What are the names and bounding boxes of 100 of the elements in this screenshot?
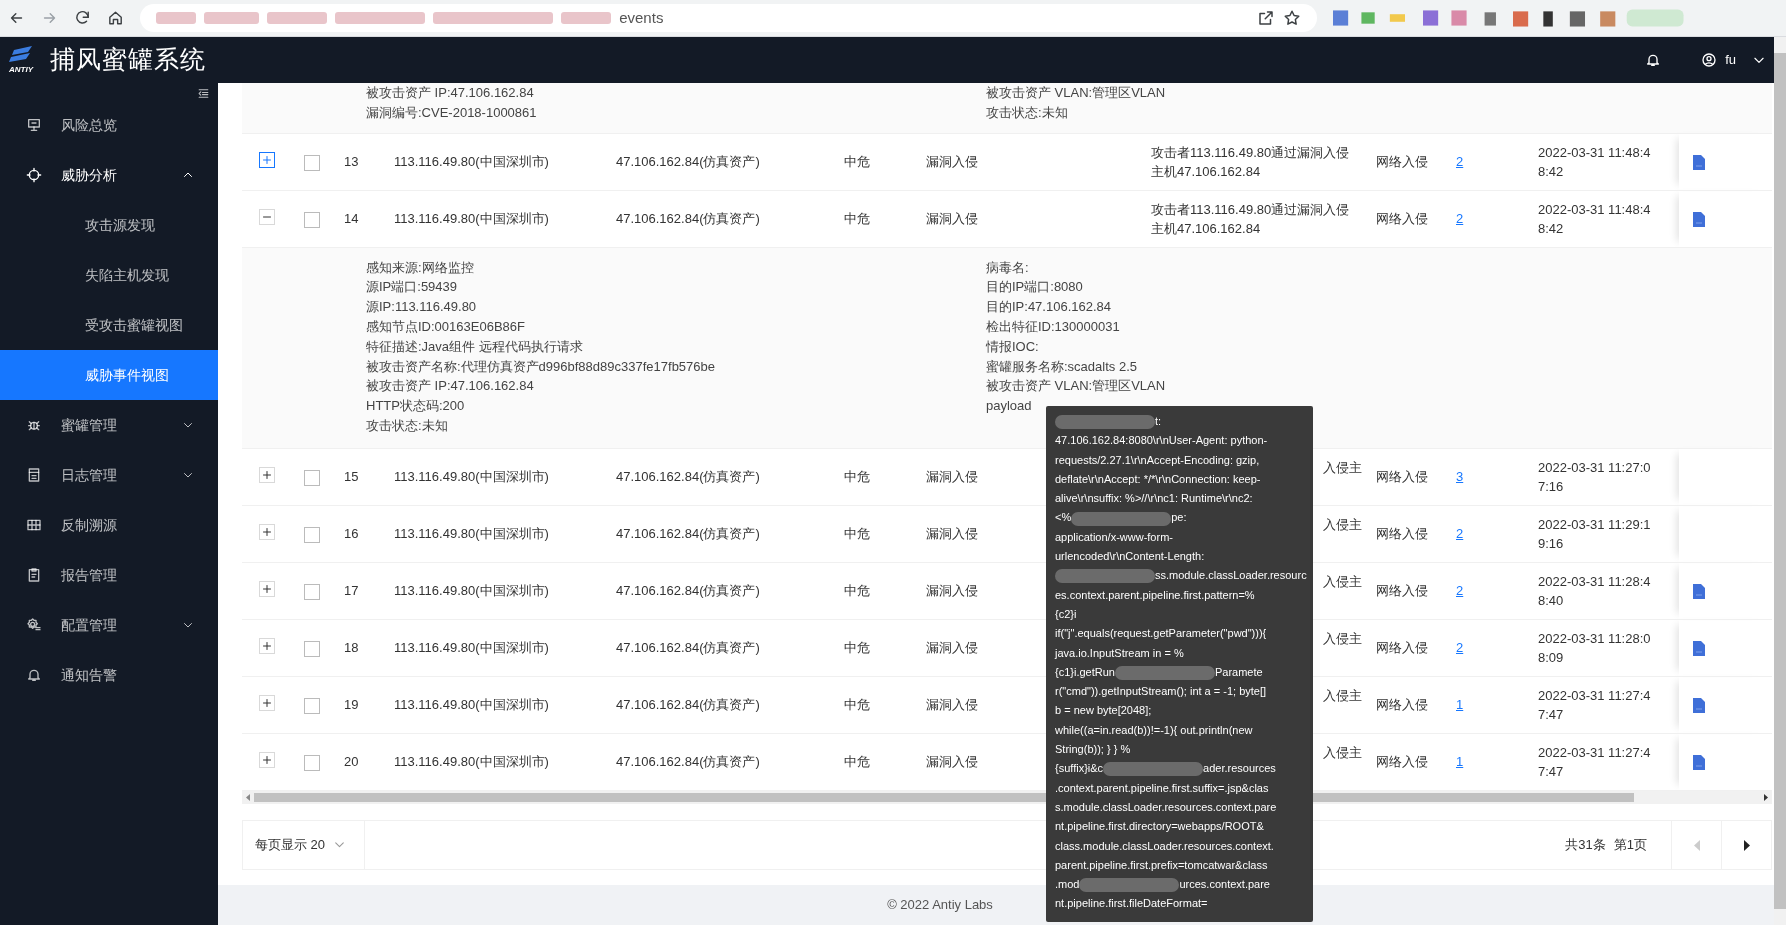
checkbox[interactable] bbox=[304, 469, 320, 486]
triangle-right-icon bbox=[1742, 840, 1751, 852]
checkbox[interactable] bbox=[304, 211, 320, 228]
table-cell: 47.106.162.84(仿真资产) bbox=[616, 640, 760, 656]
detail-text: 被攻击资产 VLAN:管理区VLAN bbox=[986, 84, 1166, 102]
document-icon[interactable] bbox=[1693, 755, 1705, 771]
tooltip-text: deflate\r\nAccept: */*\r\nConnection: keep- bbox=[1055, 472, 1261, 485]
time-text: 2022-03-31 11:28:0 bbox=[1538, 629, 1652, 648]
triangle-left-icon bbox=[1692, 840, 1701, 852]
count-link[interactable]: 2 bbox=[1456, 526, 1464, 542]
sidebar-item[interactable]: 风险总览 bbox=[0, 100, 218, 150]
plus-icon bbox=[261, 583, 273, 596]
bell-icon[interactable] bbox=[1645, 52, 1662, 68]
table-cell: 113.116.49.80(中国深圳市) bbox=[394, 526, 549, 542]
table-cell: 中危 bbox=[844, 154, 870, 170]
sidebar-item[interactable]: 反制溯源 bbox=[0, 500, 218, 550]
time-text: 8:09 bbox=[1538, 648, 1565, 667]
tooltip-text: alive\r\nsuffix: %>//\r\nc1: Runtime\r\nc2: bbox=[1055, 492, 1253, 505]
checkbox[interactable] bbox=[304, 640, 320, 657]
tooltip-text: nt.pipeline.first.fileDateFormat= bbox=[1055, 897, 1208, 910]
table-cell: 47.106.162.84(仿真资产) bbox=[616, 697, 760, 713]
table-cell: 网络入侵 bbox=[1376, 211, 1428, 227]
sidebar-item[interactable]: 报告管理 bbox=[0, 550, 218, 600]
document-icon[interactable] bbox=[1693, 584, 1705, 600]
address-text: events bbox=[619, 7, 664, 28]
sidebar-item[interactable]: 日志管理 bbox=[0, 450, 218, 500]
table-cell: 攻击者113.116.49.80通过漏洞入侵主机47.106.162.84 bbox=[1151, 201, 1350, 236]
time-text: 7:16 bbox=[1538, 477, 1565, 496]
count-link[interactable]: 1 bbox=[1456, 754, 1464, 770]
tooltip-text: if("j".equals(request.getParameter("pwd"))){ bbox=[1055, 627, 1267, 640]
table-cell: 漏洞入侵 bbox=[926, 211, 978, 227]
logo-text: ANTIY bbox=[9, 66, 33, 74]
user-menu[interactable]: fu bbox=[1701, 50, 1766, 70]
tooltip-text: Paramete bbox=[1214, 665, 1263, 678]
sidebar-item[interactable]: 威胁分析 bbox=[0, 150, 218, 200]
home-icon[interactable] bbox=[107, 9, 125, 27]
checkbox[interactable] bbox=[304, 697, 320, 714]
checkbox[interactable] bbox=[304, 583, 320, 600]
tooltip-text: t: bbox=[1155, 415, 1162, 427]
plus-icon bbox=[261, 697, 273, 710]
plus-icon bbox=[261, 154, 273, 167]
gear-icon bbox=[26, 617, 42, 633]
share-icon[interactable] bbox=[1256, 9, 1275, 27]
sidebar-subitem[interactable]: 受攻击蜜罐视图 bbox=[0, 300, 218, 350]
tooltip-text: urlencoded\r\nContent-Length: bbox=[1055, 550, 1205, 563]
table-cell: 网络入侵 bbox=[1376, 640, 1428, 656]
table-cell: 入侵主 bbox=[1323, 573, 1362, 589]
detail-text: 感知节点ID:00163E06B86F bbox=[366, 318, 525, 336]
count-link[interactable]: 1 bbox=[1456, 697, 1464, 713]
collapse-menu-icon[interactable] bbox=[197, 87, 210, 100]
report-icon bbox=[26, 567, 42, 583]
address-bar[interactable]: events bbox=[140, 4, 1317, 32]
count-link[interactable]: 2 bbox=[1456, 154, 1464, 170]
table-cell: 中危 bbox=[844, 526, 870, 542]
redaction-mark bbox=[267, 12, 328, 24]
document-icon[interactable] bbox=[1693, 212, 1705, 228]
row-number: 14 bbox=[344, 211, 359, 227]
document-icon[interactable] bbox=[1693, 641, 1705, 657]
detail-text: 源IP端口:59439 bbox=[366, 278, 458, 297]
detail-text: HTTP状态码:200 bbox=[366, 397, 465, 416]
count-link[interactable]: 2 bbox=[1456, 640, 1464, 656]
vertical-scrollbar[interactable] bbox=[1774, 37, 1786, 925]
table-cell: 漏洞入侵 bbox=[926, 640, 978, 656]
table-cell: 47.106.162.84(仿真资产) bbox=[616, 154, 760, 170]
document-icon[interactable] bbox=[1693, 698, 1705, 714]
target-icon bbox=[26, 167, 42, 183]
table-cell: 网络入侵 bbox=[1376, 583, 1428, 599]
time-text: 8:42 bbox=[1538, 162, 1565, 181]
document-icon[interactable] bbox=[1693, 155, 1705, 171]
table-cell: 网络入侵 bbox=[1376, 469, 1428, 485]
table-cell: 漏洞入侵 bbox=[926, 583, 978, 599]
table-cell: 漏洞入侵 bbox=[926, 697, 978, 713]
detail-text: 被攻击资产 VLAN:管理区VLAN bbox=[986, 377, 1166, 396]
checkbox[interactable] bbox=[304, 154, 320, 171]
sidebar-item[interactable]: 配置管理 bbox=[0, 600, 218, 650]
sidebar-item[interactable]: 通知告警 bbox=[0, 650, 218, 700]
count-link[interactable]: 2 bbox=[1456, 211, 1464, 227]
sidebar-subitem[interactable]: 失陷主机发现 bbox=[0, 250, 218, 300]
expand-button[interactable] bbox=[259, 152, 275, 169]
redaction-mark bbox=[561, 12, 612, 24]
tooltip-text: while((a=in.read(b))!=-1){ out.println(new bbox=[1055, 723, 1253, 736]
reload-icon[interactable] bbox=[74, 9, 92, 27]
table-cell: 网络入侵 bbox=[1376, 154, 1428, 170]
table-cell: 47.106.162.84(仿真资产) bbox=[616, 754, 760, 770]
checkbox[interactable] bbox=[304, 754, 320, 771]
table-cell: 113.116.49.80(中国深圳市) bbox=[394, 469, 549, 485]
sidebar-subitem[interactable]: 威胁事件视图 bbox=[0, 350, 218, 400]
detail-text: 特征描述:Java组件 远程代码执行请求 bbox=[366, 337, 583, 356]
tooltip-text: {suffix}i&c bbox=[1055, 762, 1104, 775]
tooltip-text: String(b)); } } % bbox=[1055, 743, 1131, 756]
detail-text: 攻击状态:未知 bbox=[366, 416, 448, 435]
star-icon[interactable] bbox=[1282, 9, 1301, 27]
table-cell: 网络入侵 bbox=[1376, 754, 1428, 770]
table-cell: 中危 bbox=[844, 211, 870, 227]
checkbox[interactable] bbox=[304, 526, 320, 543]
count-link[interactable]: 2 bbox=[1456, 583, 1464, 599]
count-link[interactable]: 3 bbox=[1456, 469, 1464, 485]
sidebar-item[interactable]: 蜜罐管理 bbox=[0, 400, 218, 450]
page-size-select[interactable]: 每页显示 20 bbox=[243, 820, 366, 869]
sidebar-subitem[interactable]: 攻击源发现 bbox=[0, 200, 218, 250]
